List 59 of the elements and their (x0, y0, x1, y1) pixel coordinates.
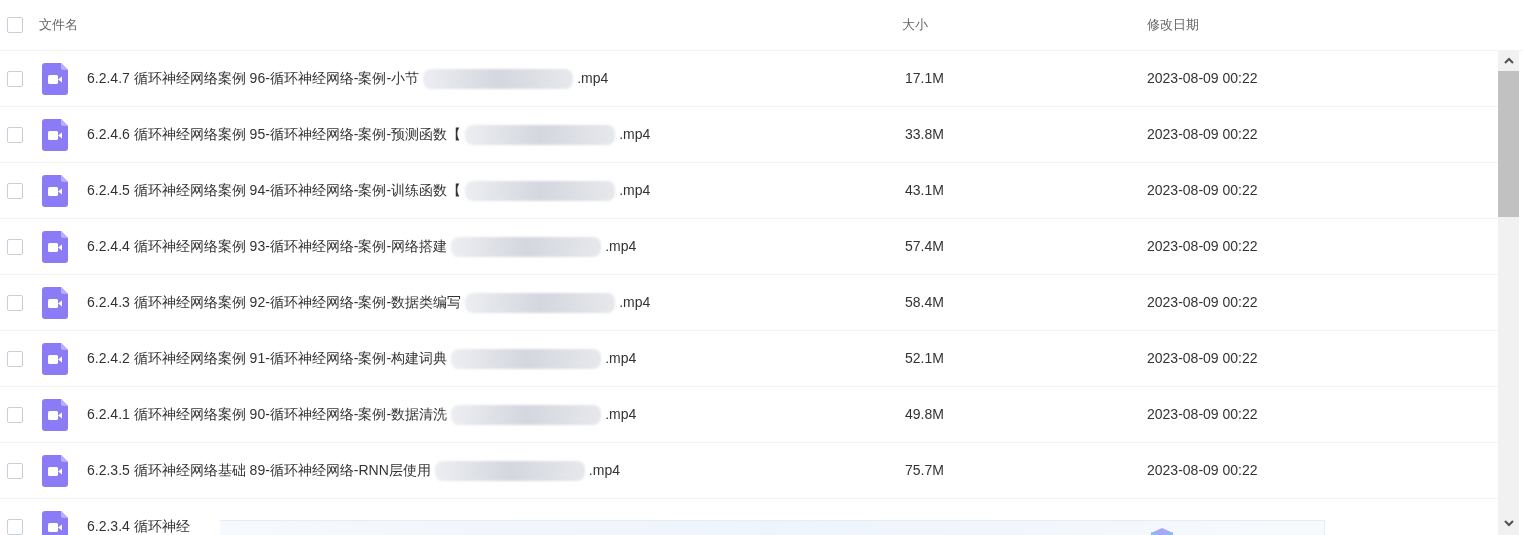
scroll-up-icon[interactable] (1503, 57, 1514, 65)
modified-date: 2023-08-09 00:22 (1147, 238, 1258, 254)
file-size: 58.4M (905, 294, 944, 310)
checkbox[interactable] (7, 294, 23, 311)
checkbox[interactable] (7, 182, 23, 199)
checkbox[interactable] (7, 126, 23, 143)
file-extension: .mp4 (619, 125, 651, 144)
scroll-down-icon[interactable] (1503, 519, 1514, 527)
video-file-icon (42, 342, 68, 375)
file-name: 6.2.4.4 循环神经网络案例 93-循环神经网络-案例-网络搭建 (87, 237, 448, 256)
checkbox[interactable] (7, 238, 23, 255)
scrollbar[interactable] (1498, 51, 1519, 535)
modified-date: 2023-08-09 00:22 (1147, 70, 1258, 86)
file-name: 6.2.3.5 循环神经网络基础 89-循环神经网络-RNN层使用 (87, 461, 431, 480)
modified-date: 2023-08-09 00:22 (1147, 462, 1258, 478)
file-size: 43.1M (905, 182, 944, 198)
file-name: 6.2.4.2 循环神经网络案例 91-循环神经网络-案例-构建词典 (87, 349, 448, 368)
file-size: 33.8M (905, 126, 944, 142)
file-name: 6.2.4.5 循环神经网络案例 94-循环神经网络-案例-训练函数【 (87, 181, 462, 200)
column-header: 修改日期 (1147, 17, 1199, 33)
video-file-icon (42, 174, 68, 207)
file-size: 57.4M (905, 238, 944, 254)
file-size: 49.8M (905, 406, 944, 422)
file-size: 75.7M (905, 462, 944, 478)
file-name: 6.2.4.1 循环神经网络案例 90-循环神经网络-案例-数据清洗 (87, 405, 448, 424)
video-file-icon (42, 62, 68, 95)
modified-date: 2023-08-09 00:22 (1147, 350, 1258, 366)
checkbox[interactable] (7, 70, 23, 87)
file-extension: .mp4 (577, 69, 609, 88)
checkbox[interactable] (7, 17, 23, 33)
video-file-icon (42, 230, 68, 263)
video-file-icon (42, 510, 68, 535)
file-name: 6.2.4.7 循环神经网络案例 96-循环神经网络-案例-小节 (87, 69, 420, 88)
file-extension: .mp4 (605, 405, 637, 424)
checkbox[interactable] (7, 518, 23, 535)
column-header: 大小 (902, 17, 928, 33)
modified-date: 2023-08-09 00:22 (1147, 294, 1258, 310)
video-file-icon (42, 286, 68, 319)
checkbox[interactable] (7, 406, 23, 423)
video-file-icon (42, 118, 68, 151)
checkbox[interactable] (7, 350, 23, 367)
modified-date: 2023-08-09 00:22 (1147, 406, 1258, 422)
file-extension: .mp4 (619, 181, 651, 200)
modified-date: 2023-08-09 00:22 (1147, 182, 1258, 198)
file-extension: .mp4 (605, 237, 637, 256)
file-name: 6.2.3.4 循环神经 (87, 517, 190, 535)
checkbox[interactable] (7, 462, 23, 479)
file-extension: .mp4 (619, 293, 651, 312)
file-extension: .mp4 (588, 461, 620, 480)
file-name: 6.2.4.6 循环神经网络案例 95-循环神经网络-案例-预测函数【 (87, 125, 462, 144)
file-size: 52.1M (905, 350, 944, 366)
file-extension: .mp4 (605, 349, 637, 368)
video-file-icon (42, 454, 68, 487)
column-header: 文件名 (39, 17, 78, 33)
file-size: 17.1M (905, 70, 944, 86)
modified-date: 2023-08-09 00:22 (1147, 126, 1258, 142)
file-name: 6.2.4.3 循环神经网络案例 92-循环神经网络-案例-数据类编写 (87, 293, 462, 312)
video-file-icon (42, 398, 68, 431)
scrollbar-thumb[interactable] (1498, 71, 1519, 217)
